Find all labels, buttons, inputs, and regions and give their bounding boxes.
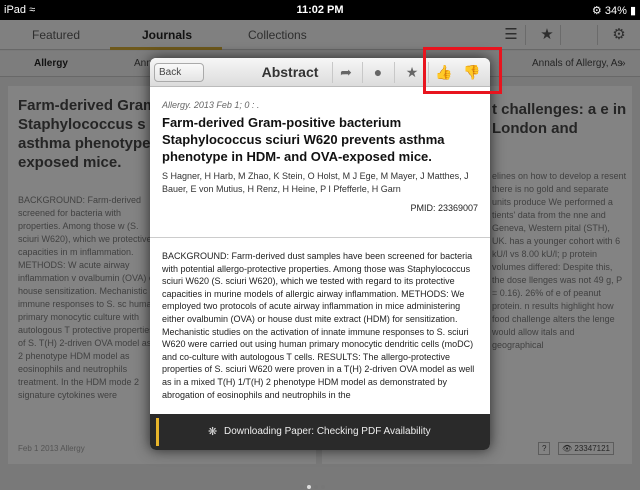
abstract-text[interactable]: BACKGROUND: Farm-derived dust samples ha…	[150, 240, 490, 414]
page-indicator	[300, 476, 340, 489]
authors: S Hagner, H Harb, M Zhao, K Stein, O Hol…	[162, 171, 469, 194]
star-icon[interactable]: ★	[400, 63, 424, 82]
status-bar: iPad ≈ 11:02 PM ⚙ 34% ▮	[0, 0, 640, 20]
highlight-box	[423, 47, 502, 94]
battery-indicator: ⚙ 34% ▮	[591, 5, 636, 17]
article-title: Farm-derived Gram-positive bacterium Sta…	[162, 115, 445, 164]
battery-icon: ▮	[629, 5, 636, 17]
back-button[interactable]: Back	[154, 63, 204, 82]
clock: 11:02 PM	[296, 4, 344, 16]
status-message: Downloading Paper: Checking PDF Availabi…	[224, 426, 431, 437]
status-accent	[156, 418, 159, 446]
share-icon[interactable]: ➦	[334, 63, 358, 82]
citation: Allergy. 2013 Feb 1; 0 : .	[162, 100, 260, 110]
article-header: Allergy. 2013 Feb 1; 0 : . Farm-derived …	[150, 88, 490, 238]
abstract-modal: Back Abstract ➦ ● ★ 👍 👎 Allergy. 2013 Fe…	[150, 58, 490, 450]
pmid: PMID: 23369007	[410, 203, 478, 213]
spinner-icon: ❋	[208, 426, 218, 438]
comment-icon[interactable]: ●	[366, 63, 390, 82]
download-status-bar: ❋ Downloading Paper: Checking PDF Availa…	[150, 414, 490, 450]
